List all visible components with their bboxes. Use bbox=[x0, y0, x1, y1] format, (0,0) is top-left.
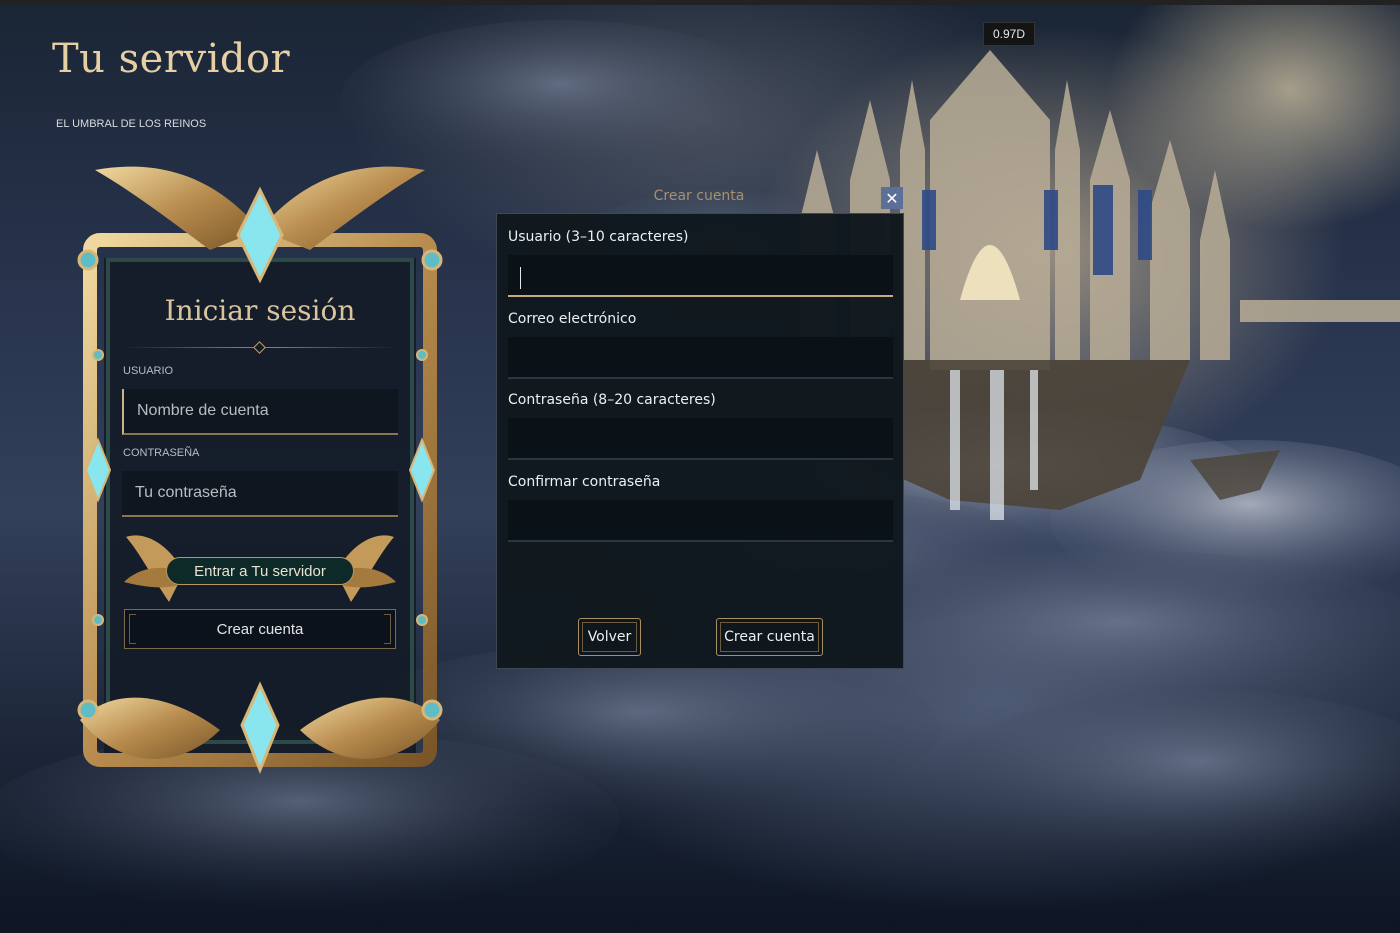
submit-create-account-button[interactable]: Crear cuenta bbox=[716, 618, 823, 656]
confirm-password-field-label: Confirmar contraseña bbox=[508, 474, 661, 490]
login-title: Iniciar sesión bbox=[164, 294, 356, 327]
text-caret bbox=[520, 267, 521, 289]
back-button[interactable]: Volver bbox=[578, 618, 641, 656]
new-password-input[interactable] bbox=[508, 418, 893, 460]
page-title: Tu servidor bbox=[52, 36, 291, 82]
email-input[interactable] bbox=[508, 337, 893, 379]
page-subtitle: EL UMBRAL DE LOS REINOS bbox=[56, 118, 207, 130]
username-field-label: Usuario (3–10 caracteres) bbox=[508, 229, 689, 245]
password-input[interactable] bbox=[122, 471, 398, 517]
password-field-label: Contraseña (8–20 caracteres) bbox=[508, 392, 716, 408]
username-input[interactable] bbox=[122, 389, 398, 435]
email-field-label: Correo electrónico bbox=[508, 311, 637, 327]
modal-caption: Crear cuenta bbox=[653, 188, 745, 204]
password-label: CONTRASEÑA bbox=[123, 447, 200, 459]
confirm-password-input[interactable] bbox=[508, 500, 893, 542]
username-label: USUARIO bbox=[123, 365, 174, 377]
enter-server-button[interactable]: Entrar a Tu servidor bbox=[166, 557, 354, 585]
create-account-modal: Usuario (3–10 caracteres) Correo electró… bbox=[496, 213, 904, 669]
version-badge: 0.97D bbox=[983, 22, 1035, 46]
new-username-input[interactable] bbox=[508, 255, 893, 297]
create-account-button[interactable]: Crear cuenta bbox=[124, 609, 396, 649]
close-icon[interactable]: ✕ bbox=[881, 187, 903, 209]
ornate-frame bbox=[77, 166, 443, 775]
